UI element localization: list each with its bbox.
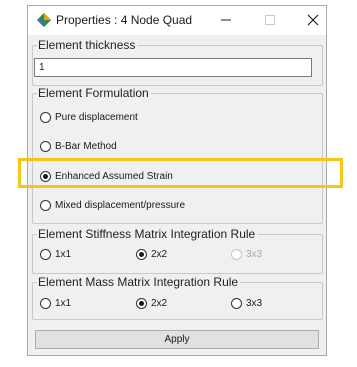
close-icon[interactable] [301, 11, 325, 29]
radio-label: 1x1 [55, 248, 72, 260]
radio-button[interactable] [40, 111, 51, 123]
highlight-box [18, 158, 343, 188]
radio-button[interactable] [40, 248, 51, 260]
apply-button[interactable]: Apply [35, 330, 319, 349]
radio-pure-displacement[interactable]: Pure displacement [40, 110, 138, 124]
thickness-input[interactable]: 1 [34, 58, 312, 77]
radio-button [231, 248, 242, 260]
radio-label: B-Bar Method [55, 140, 117, 152]
radio-button[interactable] [40, 297, 51, 309]
radio-button[interactable] [136, 248, 147, 260]
radio-stiffness-3x3: 3x3 [231, 247, 262, 261]
radio-label: 2x2 [151, 248, 168, 260]
radio-label: 1x1 [55, 297, 72, 309]
radio-label: Pure displacement [55, 111, 138, 123]
stiffness-rule-legend: Element Stiffness Matrix Integration Rul… [38, 227, 256, 241]
radio-button[interactable] [136, 297, 147, 309]
radio-stiffness-1x1[interactable]: 1x1 [40, 247, 71, 261]
radio-mass-2x2[interactable]: 2x2 [136, 296, 167, 310]
window-title: Properties : 4 Node Quad [56, 13, 193, 27]
radio-label: 3x3 [246, 248, 263, 260]
stiffness-rule-group: Element Stiffness Matrix Integration Rul… [32, 227, 323, 274]
mass-rule-group: Element Mass Matrix Integration Rule [32, 275, 323, 320]
radio-b-bar-method[interactable]: B-Bar Method [40, 139, 117, 153]
radio-mass-1x1[interactable]: 1x1 [40, 296, 71, 310]
radio-label: Mixed displacement/pressure [55, 199, 186, 211]
thickness-legend: Element thickness [38, 38, 136, 52]
radio-stiffness-2x2[interactable]: 2x2 [136, 247, 167, 261]
radio-mass-3x3[interactable]: 3x3 [231, 296, 262, 310]
radio-button[interactable] [231, 297, 242, 309]
radio-button[interactable] [40, 140, 51, 152]
radio-label: 3x3 [246, 297, 263, 309]
mass-rule-legend: Element Mass Matrix Integration Rule [38, 275, 239, 289]
maximize-icon[interactable] [258, 11, 282, 29]
radio-button[interactable] [40, 199, 51, 211]
formulation-legend: Element Formulation [38, 86, 149, 100]
app-icon [37, 13, 51, 27]
radio-mixed-displacement-pressure[interactable]: Mixed displacement/pressure [40, 198, 185, 212]
radio-label: 2x2 [151, 297, 168, 309]
minimize-icon[interactable] [214, 11, 238, 29]
title-bar[interactable]: Properties : 4 Node Quad [28, 6, 326, 35]
